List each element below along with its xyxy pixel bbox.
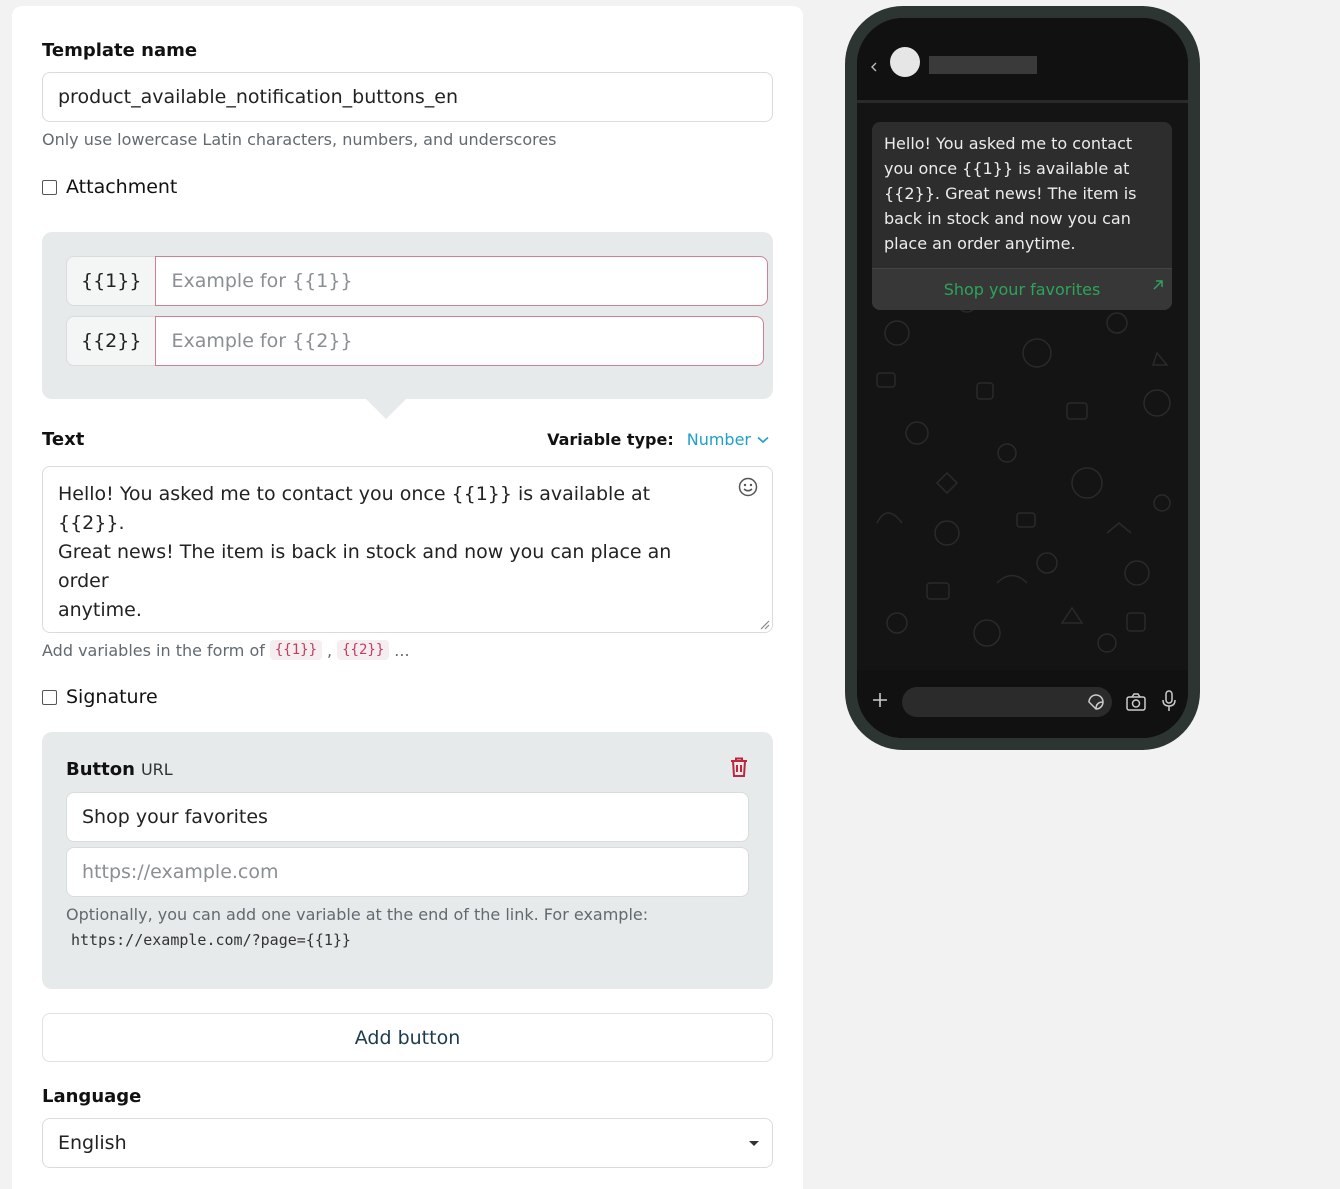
button-url-example: https://example.com/?page={{1}}: [71, 931, 351, 949]
variable-type-selector[interactable]: Variable type: Number: [547, 430, 769, 449]
chat-header: [857, 18, 1188, 100]
variables-hint-suffix: ...: [394, 640, 410, 660]
variable-row-2: {{2}} Example for {{2}}: [66, 316, 765, 366]
message-text-line-3: anytime.: [58, 599, 142, 621]
language-select[interactable]: English: [42, 1118, 773, 1168]
attachment-checkbox-box[interactable]: [42, 179, 57, 195]
template-name-hint: Only use lowercase Latin characters, num…: [42, 130, 557, 149]
plus-icon[interactable]: [870, 690, 890, 710]
external-link-icon: [1153, 280, 1163, 290]
phone-screen: Hello! You asked me to contact you once …: [857, 18, 1188, 738]
message-text-line-1: Hello! You asked me to contact you once …: [58, 483, 651, 534]
signature-checkbox-box[interactable]: [42, 689, 57, 705]
variable-tag-1: {{1}}: [66, 256, 156, 306]
preview-message-text: Hello! You asked me to contact you once …: [884, 134, 1137, 253]
variable-example-input-2[interactable]: Example for {{2}}: [155, 316, 765, 366]
variables-hint-prefix: Add variables in the form of: [42, 640, 265, 660]
message-text-area[interactable]: Hello! You asked me to contact you once …: [42, 466, 773, 633]
signature-checkbox[interactable]: Signature: [42, 686, 158, 708]
trash-icon[interactable]: [729, 756, 749, 778]
template-name-label: Template name: [42, 40, 198, 61]
template-name-input[interactable]: product_available_notification_buttons_e…: [42, 72, 773, 122]
variables-examples-box: {{1}} Example for {{1}} {{2}} Example fo…: [42, 232, 773, 399]
add-button[interactable]: Add button: [42, 1013, 773, 1062]
avatar: [890, 47, 920, 77]
button-config-box: Button URL Shop your favorites https://e…: [42, 732, 773, 989]
emoji-icon[interactable]: [738, 477, 758, 497]
button-text-input[interactable]: Shop your favorites: [66, 792, 749, 842]
button-type-label: URL: [140, 760, 173, 779]
camera-icon[interactable]: [1125, 692, 1147, 712]
variables-hint-var-2: {{2}}: [337, 640, 390, 660]
variable-type-dropdown[interactable]: Number: [687, 430, 769, 449]
message-text-line-2: Great news! The item is back in stock an…: [58, 541, 672, 592]
variable-example-input-1[interactable]: Example for {{1}}: [155, 256, 769, 306]
variables-box-pointer: [366, 399, 406, 419]
language-label: Language: [42, 1086, 142, 1107]
variable-tag-2: {{2}}: [66, 316, 156, 366]
button-config-header: Button URL: [66, 759, 173, 780]
variable-type-label: Variable type:: [547, 430, 674, 449]
mic-icon[interactable]: [1161, 690, 1177, 712]
caret-down-icon: [749, 1141, 759, 1146]
contact-name-redacted: [929, 56, 1037, 74]
variables-hint: Add variables in the form of {{1}} , {{2…: [42, 640, 410, 660]
sticker-icon[interactable]: [1086, 692, 1106, 712]
back-chevron-icon: [871, 62, 877, 72]
button-url-input[interactable]: https://example.com: [66, 847, 749, 897]
chat-area: Hello! You asked me to contact you once …: [857, 103, 1188, 670]
resize-handle-icon[interactable]: [760, 620, 770, 630]
template-form-panel: Template name product_available_notifica…: [12, 6, 803, 1189]
button-config-title: Button: [66, 759, 135, 780]
attachment-checkbox[interactable]: Attachment: [42, 176, 177, 198]
message-bubble: Hello! You asked me to contact you once …: [872, 122, 1172, 310]
variables-hint-var-1: {{1}}: [269, 640, 323, 660]
preview-button-label: Shop your favorites: [943, 280, 1101, 299]
attachment-label: Attachment: [66, 176, 178, 198]
preview-url-button[interactable]: Shop your favorites: [872, 268, 1172, 310]
phone-preview: Hello! You asked me to contact you once …: [845, 6, 1200, 750]
language-value: English: [58, 1132, 127, 1154]
variables-hint-separator: ,: [327, 640, 333, 660]
chat-message-input[interactable]: [902, 687, 1112, 717]
chat-input-bar: [857, 670, 1188, 738]
signature-label: Signature: [66, 686, 158, 708]
chevron-down-icon: [757, 436, 769, 443]
button-url-hint: Optionally, you can add one variable at …: [66, 905, 649, 924]
variable-row-1: {{1}} Example for {{1}}: [66, 256, 769, 306]
variable-type-value: Number: [686, 430, 751, 449]
text-label: Text: [42, 429, 85, 450]
